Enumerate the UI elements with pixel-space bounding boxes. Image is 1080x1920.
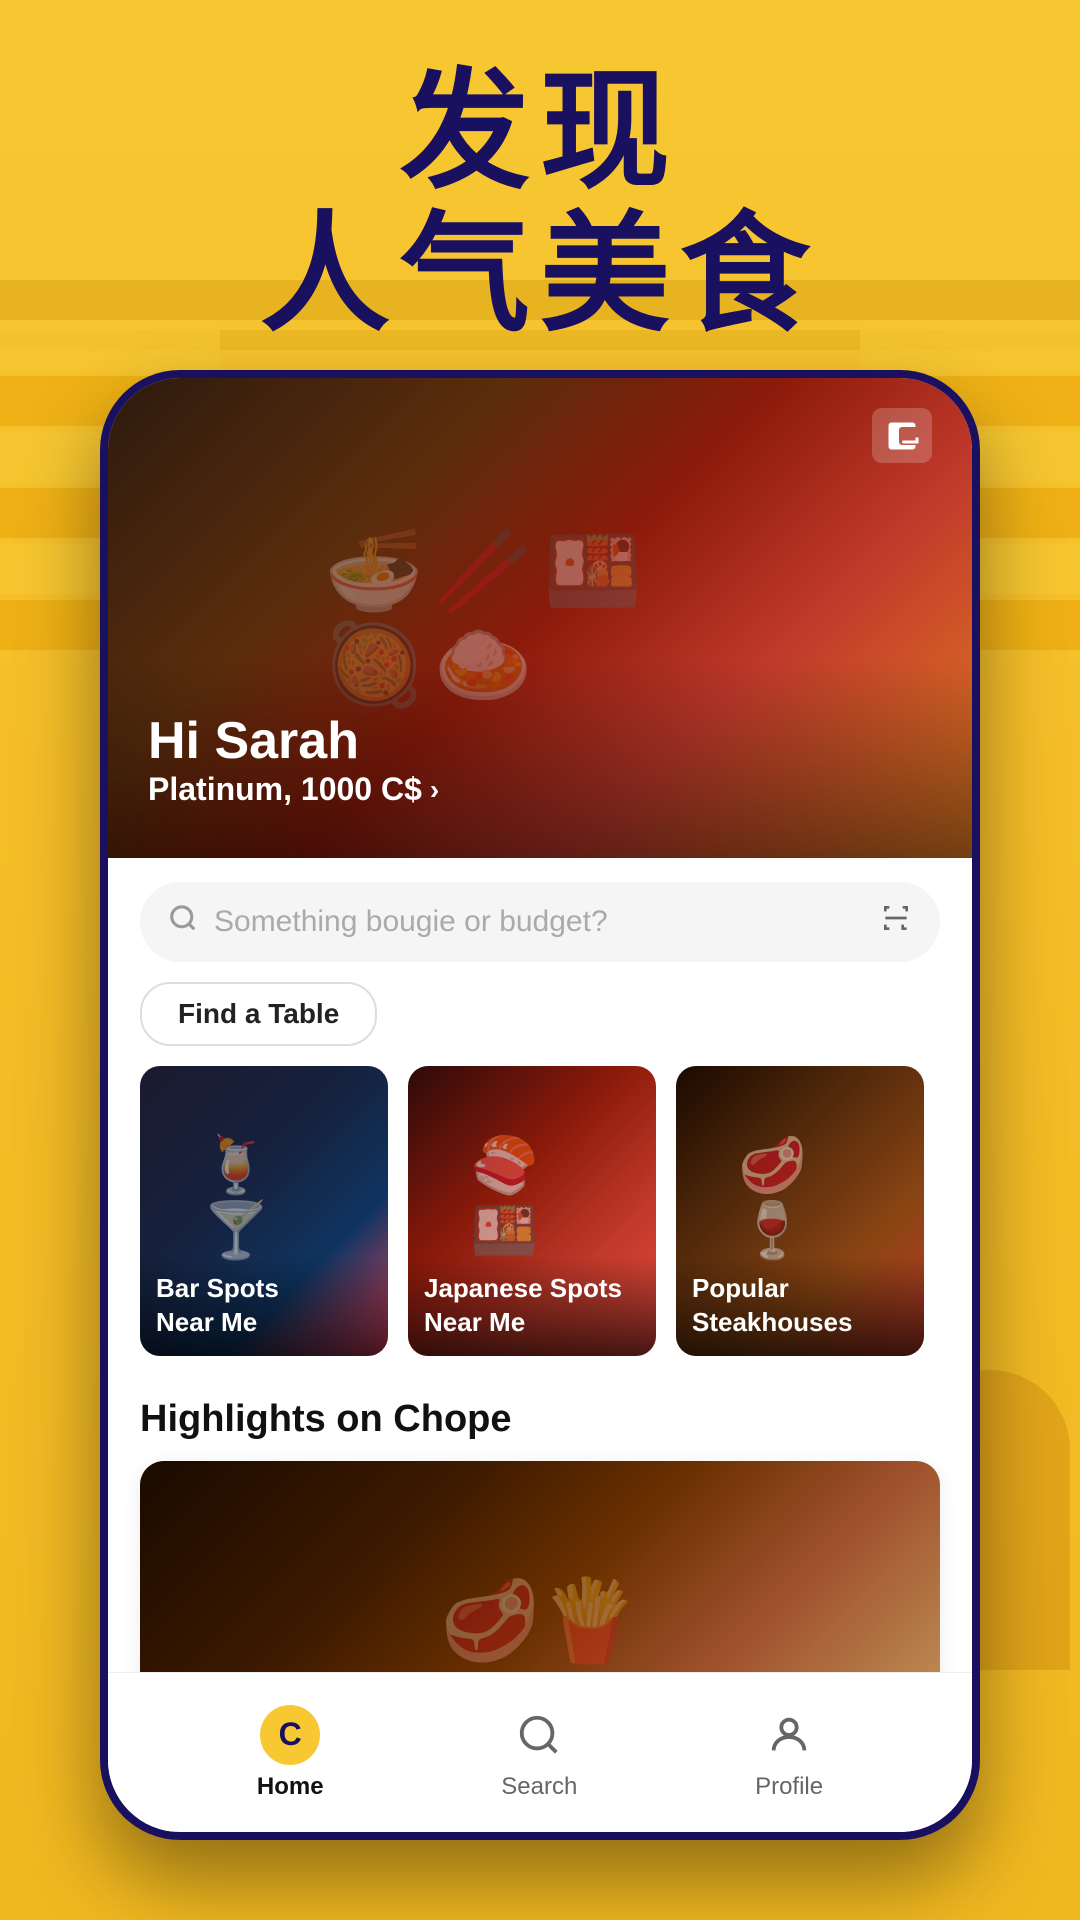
- find-table-label: Find a Table: [178, 998, 339, 1029]
- japanese-label-line2: Near Me: [424, 1307, 525, 1337]
- restaurant-food-emoji: 🥩🍟: [440, 1574, 639, 1668]
- popular-label-line2: Steakhouses: [692, 1307, 852, 1337]
- search-nav-icon: [509, 1705, 569, 1765]
- category-japanese-spots[interactable]: 🍣🍱 Japanese Spots Near Me: [408, 1066, 656, 1356]
- wallet-icon: [884, 418, 920, 454]
- nav-item-home[interactable]: C Home: [257, 1705, 324, 1801]
- user-status: Platinum, 1000 C$ ›: [148, 771, 439, 808]
- category-bar-spots[interactable]: 🍹🍸 Bar Spots Near Me: [140, 1066, 388, 1356]
- category-bar-label: Bar Spots Near Me: [140, 1256, 388, 1356]
- search-section: Something bougie or budget?: [108, 858, 972, 962]
- page-title: 发现 人气美食: [0, 60, 1080, 346]
- nav-label-profile: Profile: [755, 1773, 823, 1801]
- category-bar-text: Bar Spots Near Me: [156, 1272, 372, 1340]
- category-japanese-label: Japanese Spots Near Me: [408, 1256, 656, 1356]
- find-table-button[interactable]: Find a Table: [140, 982, 377, 1046]
- title-line1: 发现: [0, 60, 1080, 203]
- hero-banner: Hi Sarah Platinum, 1000 C$ ›: [108, 378, 972, 858]
- nav-item-search[interactable]: Search: [501, 1705, 577, 1801]
- status-text: Platinum, 1000 C$: [148, 771, 422, 808]
- status-arrow: ›: [430, 774, 439, 806]
- japanese-label-line1: Japanese Spots: [424, 1273, 622, 1303]
- scan-icon[interactable]: [880, 902, 912, 942]
- category-japanese-text: Japanese Spots Near Me: [424, 1272, 640, 1340]
- phone-mockup: Hi Sarah Platinum, 1000 C$ › Something b…: [100, 370, 980, 1840]
- category-popular-label: Popular Steakhouses: [676, 1256, 924, 1356]
- wallet-button[interactable]: [872, 408, 932, 463]
- hero-greeting: Hi Sarah Platinum, 1000 C$ ›: [148, 711, 439, 808]
- home-icon: C: [260, 1705, 320, 1765]
- nav-item-profile[interactable]: Profile: [755, 1705, 823, 1801]
- find-table-section: Find a Table: [108, 962, 972, 1066]
- popular-food-emoji: 🥩🍷: [738, 1133, 862, 1263]
- search-bar[interactable]: Something bougie or budget?: [140, 882, 940, 962]
- category-popular-steakhouses[interactable]: 🥩🍷 Popular Steakhouses: [676, 1066, 924, 1356]
- highlights-title: Highlights on Chope: [140, 1398, 940, 1441]
- title-line2: 人气美食: [0, 203, 1080, 346]
- highlights-section: Highlights on Chope: [108, 1388, 972, 1461]
- categories-section: 🍹🍸 Bar Spots Near Me 🍣🍱 Japanese Spots N…: [108, 1066, 972, 1388]
- nav-label-search: Search: [501, 1773, 577, 1801]
- search-placeholder[interactable]: Something bougie or budget?: [214, 905, 864, 939]
- bottom-navigation: C Home Search: [108, 1672, 972, 1832]
- bar-label-line2: Near Me: [156, 1307, 257, 1337]
- popular-label-line1: Popular: [692, 1273, 789, 1303]
- user-name: Hi Sarah: [148, 711, 439, 771]
- phone-screen: Hi Sarah Platinum, 1000 C$ › Something b…: [108, 378, 972, 1832]
- bar-label-line1: Bar Spots: [156, 1273, 279, 1303]
- bar-food-emoji: 🍹🍸: [202, 1133, 326, 1263]
- profile-nav-icon: [759, 1705, 819, 1765]
- nav-label-home: Home: [257, 1773, 324, 1801]
- category-popular-text: Popular Steakhouses: [692, 1272, 908, 1340]
- search-icon: [168, 903, 198, 941]
- japanese-food-emoji: 🍣🍱: [470, 1133, 594, 1263]
